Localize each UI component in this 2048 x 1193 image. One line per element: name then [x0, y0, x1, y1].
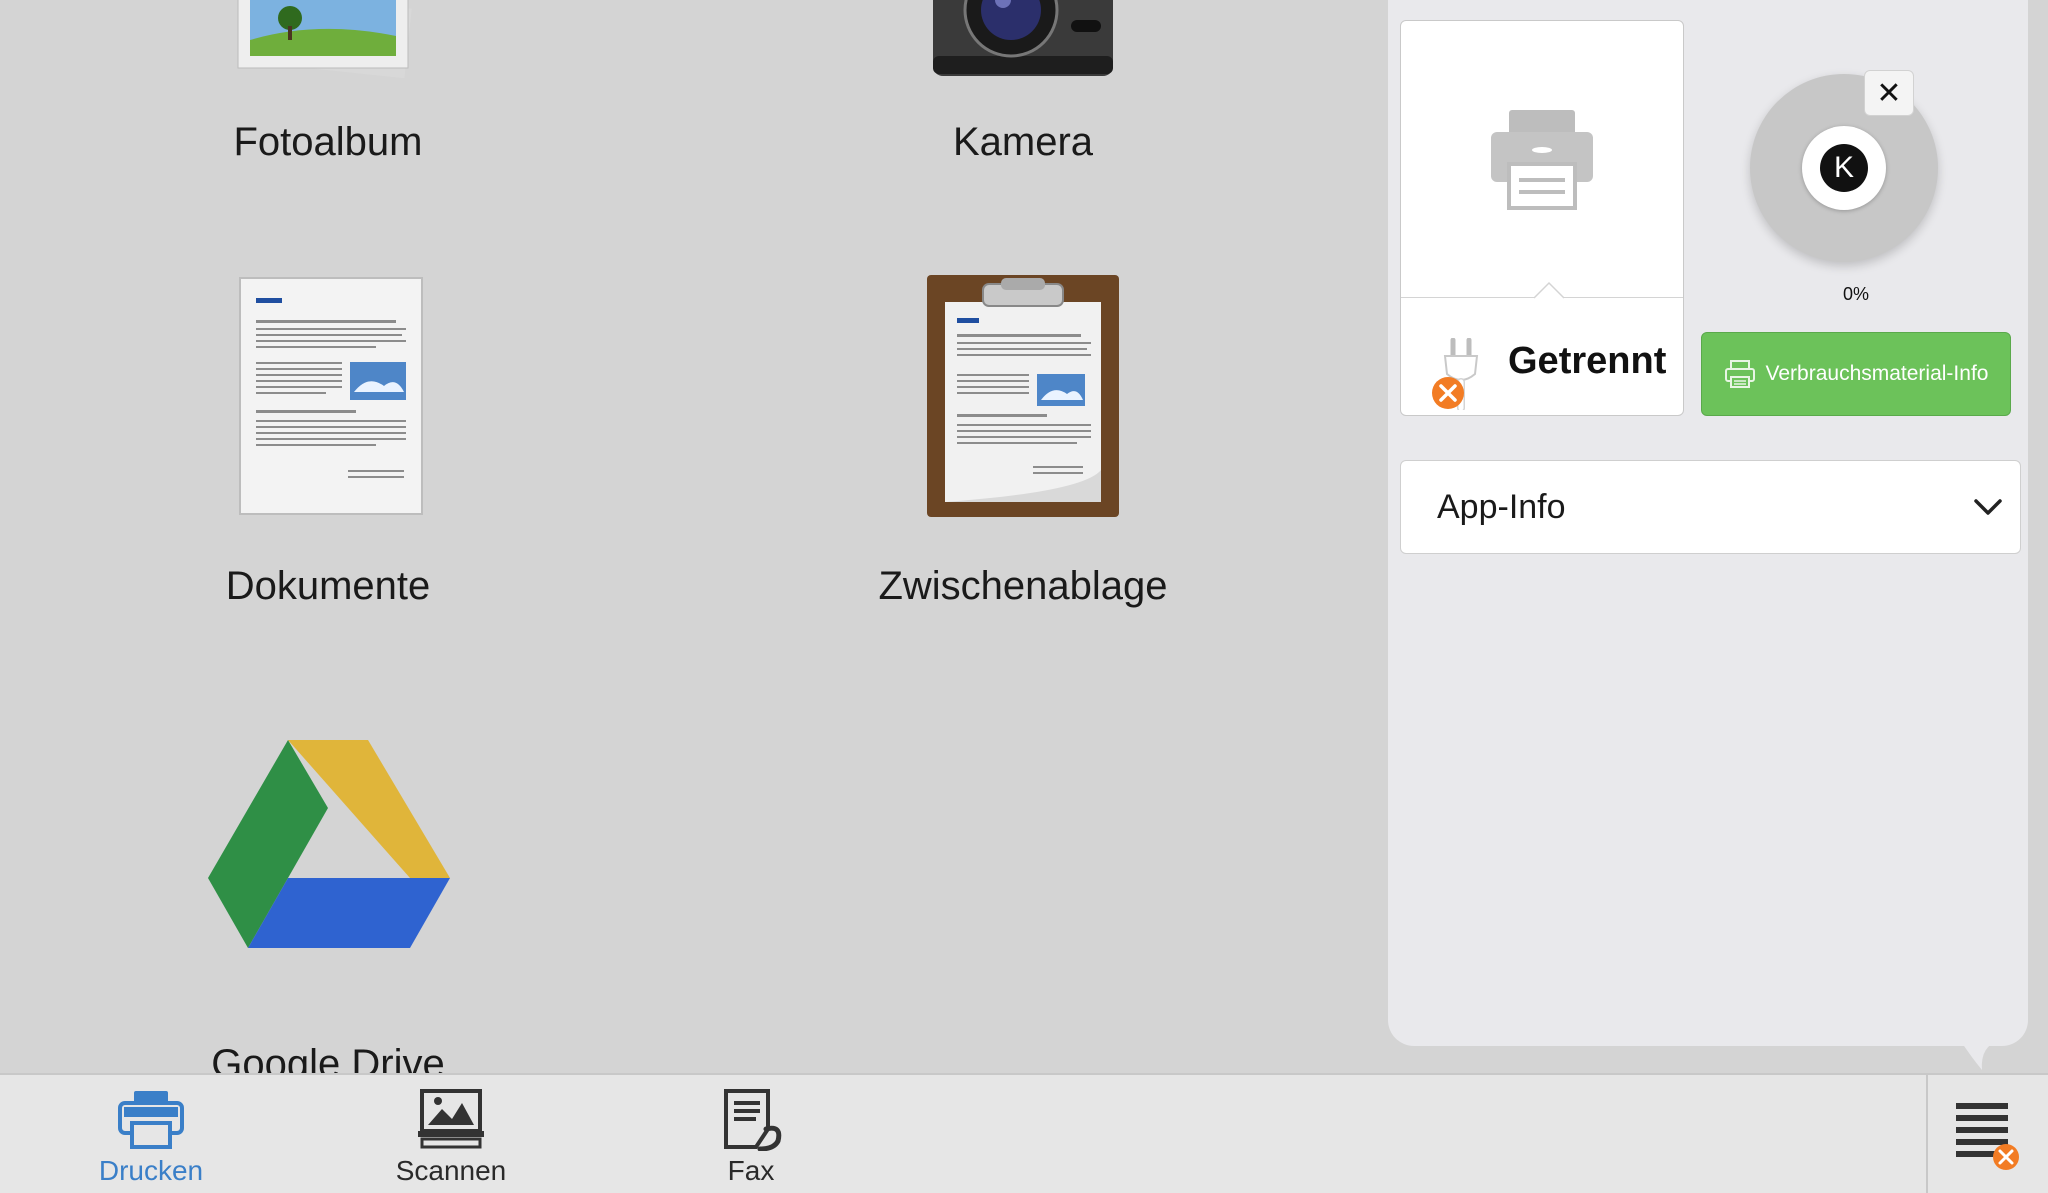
source-fotoalbum-label: Fotoalbum	[233, 120, 423, 164]
toner-level-percent: 0%	[1842, 284, 1869, 304]
source-kamera-label: Kamera	[952, 120, 1094, 164]
toner-center: K	[1802, 126, 1886, 210]
tab-scannen-label: Scannen	[395, 1155, 507, 1186]
toner-close-button[interactable]: ✕	[1864, 70, 1914, 116]
panel-pointer-tail	[1960, 1040, 2000, 1070]
source-kamera[interactable]: Kamera	[813, 0, 1233, 165]
document-icon	[198, 270, 458, 530]
source-google-drive[interactable]: Google Drive	[118, 730, 538, 1087]
error-badge-icon	[1993, 1144, 2019, 1170]
google-drive-icon	[178, 730, 478, 1000]
printer-icon	[1491, 110, 1593, 210]
source-dokumente[interactable]: Dokumente	[118, 270, 538, 609]
card-notch	[1534, 281, 1564, 299]
source-fotoalbum[interactable]: Fotoalbum	[118, 0, 538, 165]
fax-icon	[724, 1089, 782, 1151]
source-zwischenablage-label: Zwischenablage	[878, 564, 1168, 608]
toner-level-widget: K ✕ 0%	[1742, 66, 1962, 316]
error-badge-icon	[1432, 377, 1464, 409]
printer-card[interactable]: Getrennt	[1400, 20, 1684, 416]
printer-card-image-area	[1401, 21, 1683, 298]
clipboard-icon	[893, 270, 1153, 530]
tab-drucken-label: Drucken	[98, 1155, 204, 1186]
toner-color-letter: K	[1820, 144, 1868, 192]
printer-icon	[118, 1091, 184, 1149]
connection-status-text: Getrennt	[1508, 340, 1667, 382]
supply-info-button[interactable]: Verbrauchsmaterial-Info	[1701, 332, 2011, 416]
app-info-label: App-Info	[1437, 487, 1566, 526]
supplies-printer-icon	[1724, 360, 1755, 388]
connection-status: Getrennt	[1401, 298, 1683, 416]
tab-fax-label: Fax	[727, 1155, 775, 1186]
close-icon: ✕	[1876, 76, 1902, 110]
bottom-toolbar: Drucken Scannen Fax	[0, 1073, 2048, 1193]
chevron-down-icon	[1974, 499, 2002, 515]
app-info-dropdown[interactable]: App-Info	[1400, 460, 2021, 554]
queue-menu-button[interactable]	[1948, 1089, 2028, 1179]
source-dokumente-label: Dokumente	[225, 564, 431, 608]
camera-icon	[893, 0, 1153, 100]
scanner-icon	[418, 1089, 484, 1149]
supply-info-label: Verbrauchsmaterial-Info	[1765, 362, 1989, 385]
photo-album-icon	[198, 0, 458, 100]
tab-fax[interactable]: Fax	[671, 1075, 831, 1193]
toolbar-divider	[1926, 1075, 1928, 1193]
tab-drucken[interactable]: Drucken	[71, 1075, 231, 1193]
tab-scannen[interactable]: Scannen	[371, 1075, 531, 1193]
source-zwischenablage[interactable]: Zwischenablage	[813, 270, 1233, 609]
app-root: Fotoalbum Kamera Dokumente Zwischenablag…	[0, 0, 2048, 1193]
